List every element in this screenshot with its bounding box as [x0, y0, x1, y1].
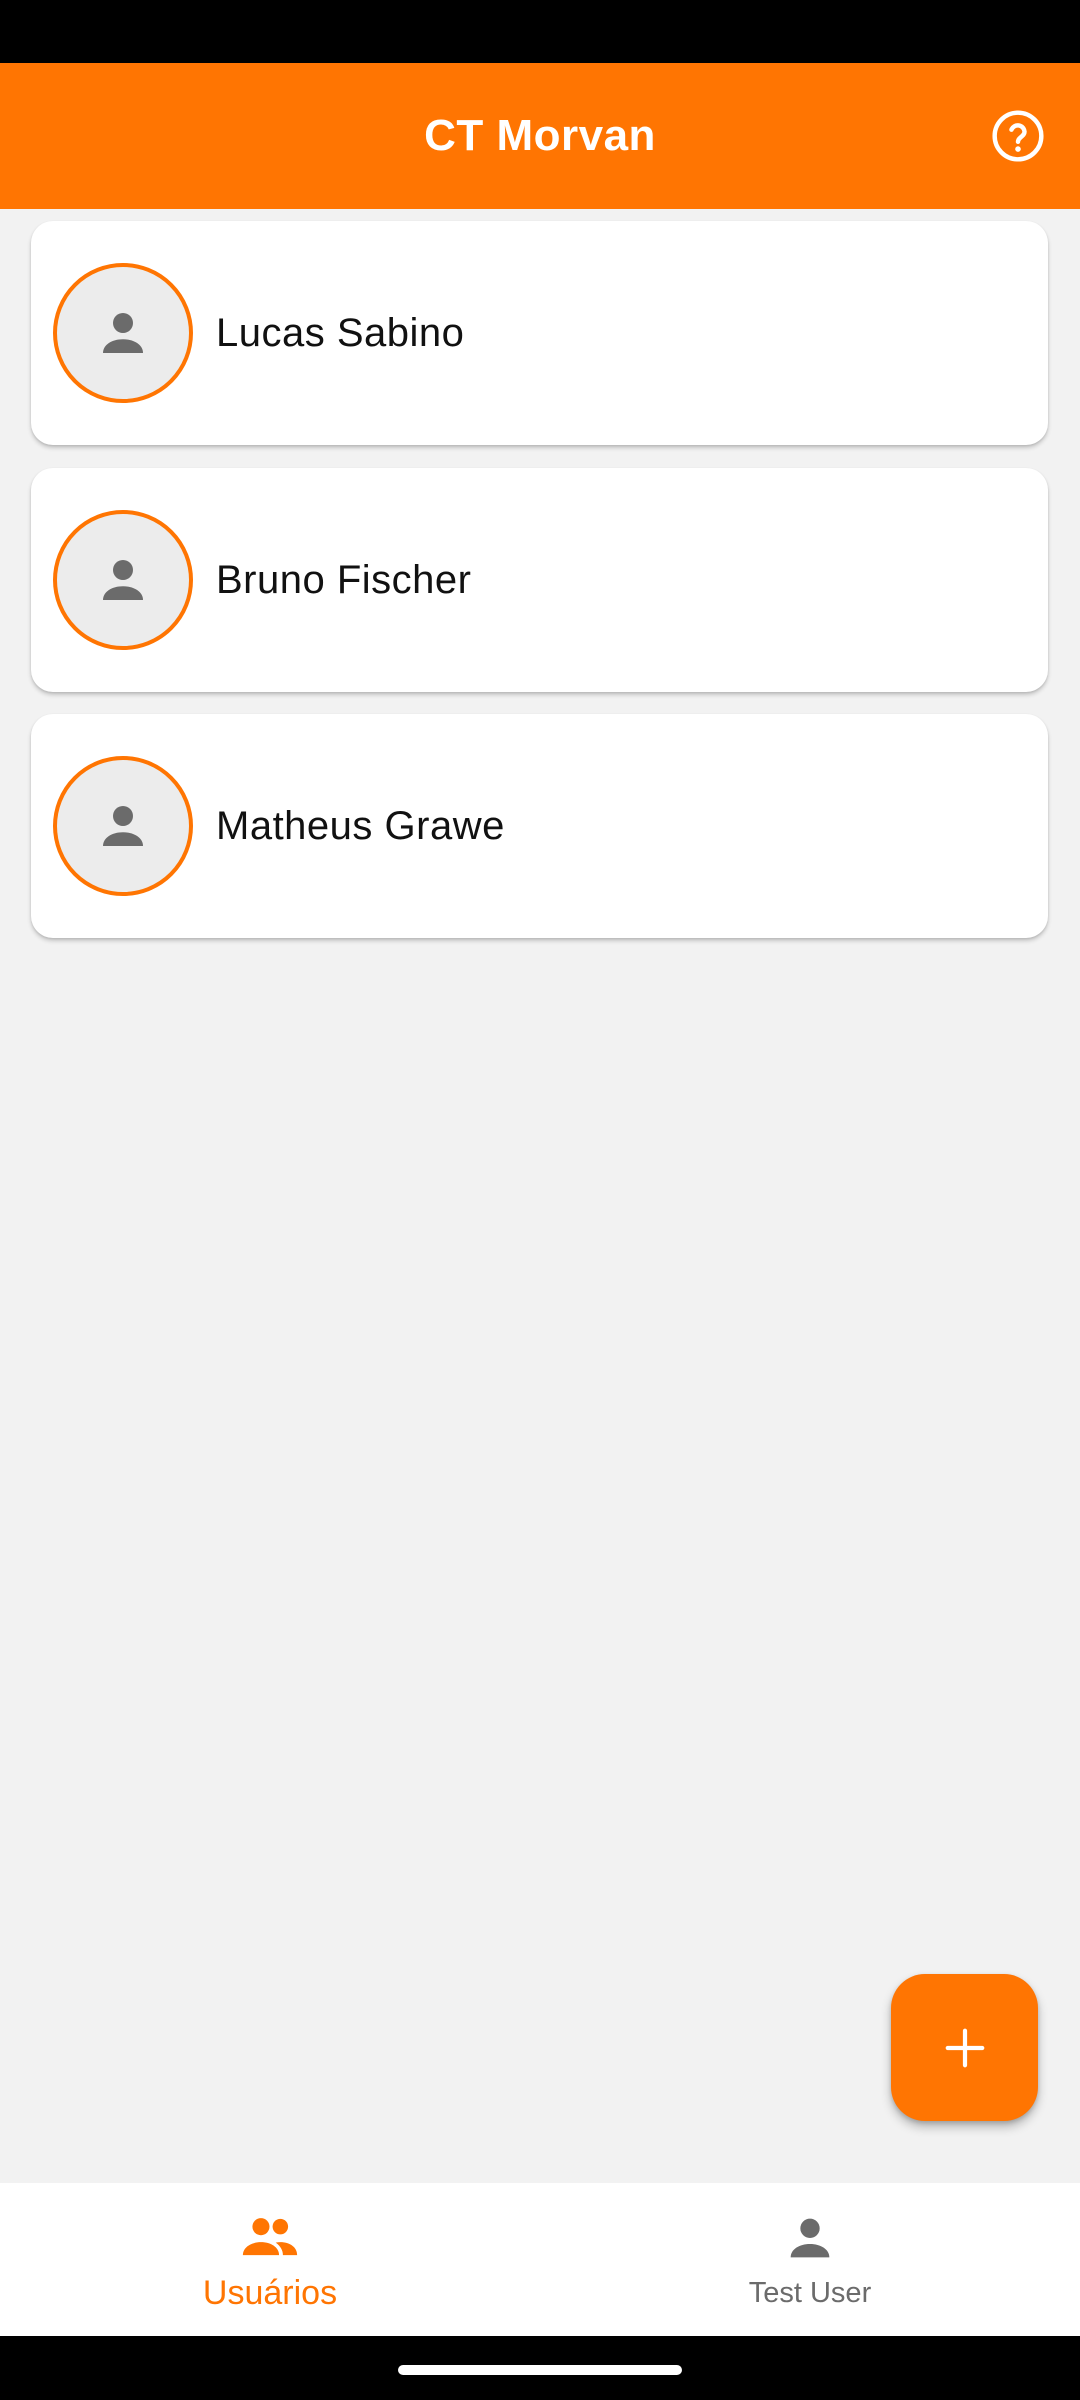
user-list: Lucas Sabino Bruno Fischer Matheus Grawe — [0, 209, 1080, 2183]
avatar — [53, 510, 193, 650]
avatar — [53, 263, 193, 403]
user-card-lucas-sabino[interactable]: Lucas Sabino — [31, 221, 1048, 445]
bottom-navigation: Usuários Test User — [0, 2183, 1080, 2336]
system-navigation-bar — [0, 2336, 1080, 2400]
help-button[interactable] — [990, 108, 1046, 164]
user-name: Matheus Grawe — [216, 803, 505, 848]
person-icon — [790, 2218, 830, 2258]
user-card-bruno-fischer[interactable]: Bruno Fischer — [31, 468, 1048, 692]
person-icon — [103, 313, 143, 353]
app-title: CT Morvan — [424, 111, 656, 160]
person-icon — [103, 560, 143, 600]
nav-label-usuarios: Usuários — [202, 2274, 338, 2312]
nav-item-usuarios[interactable]: Usuários — [0, 2183, 540, 2336]
app-bar: CT Morvan — [0, 63, 1080, 209]
people-icon — [242, 2218, 298, 2256]
person-icon — [103, 806, 143, 846]
user-card-matheus-grawe[interactable]: Matheus Grawe — [31, 714, 1048, 938]
add-user-button[interactable] — [891, 1974, 1038, 2121]
status-bar — [0, 0, 1080, 63]
avatar — [53, 756, 193, 896]
user-name: Lucas Sabino — [216, 310, 465, 355]
plus-icon — [945, 2028, 984, 2067]
home-indicator[interactable] — [398, 2365, 682, 2375]
nav-item-test-user[interactable]: Test User — [540, 2183, 1080, 2336]
help-circle-icon — [992, 110, 1044, 162]
nav-label-test-user: Test User — [748, 2277, 872, 2309]
user-name: Bruno Fischer — [216, 557, 472, 602]
